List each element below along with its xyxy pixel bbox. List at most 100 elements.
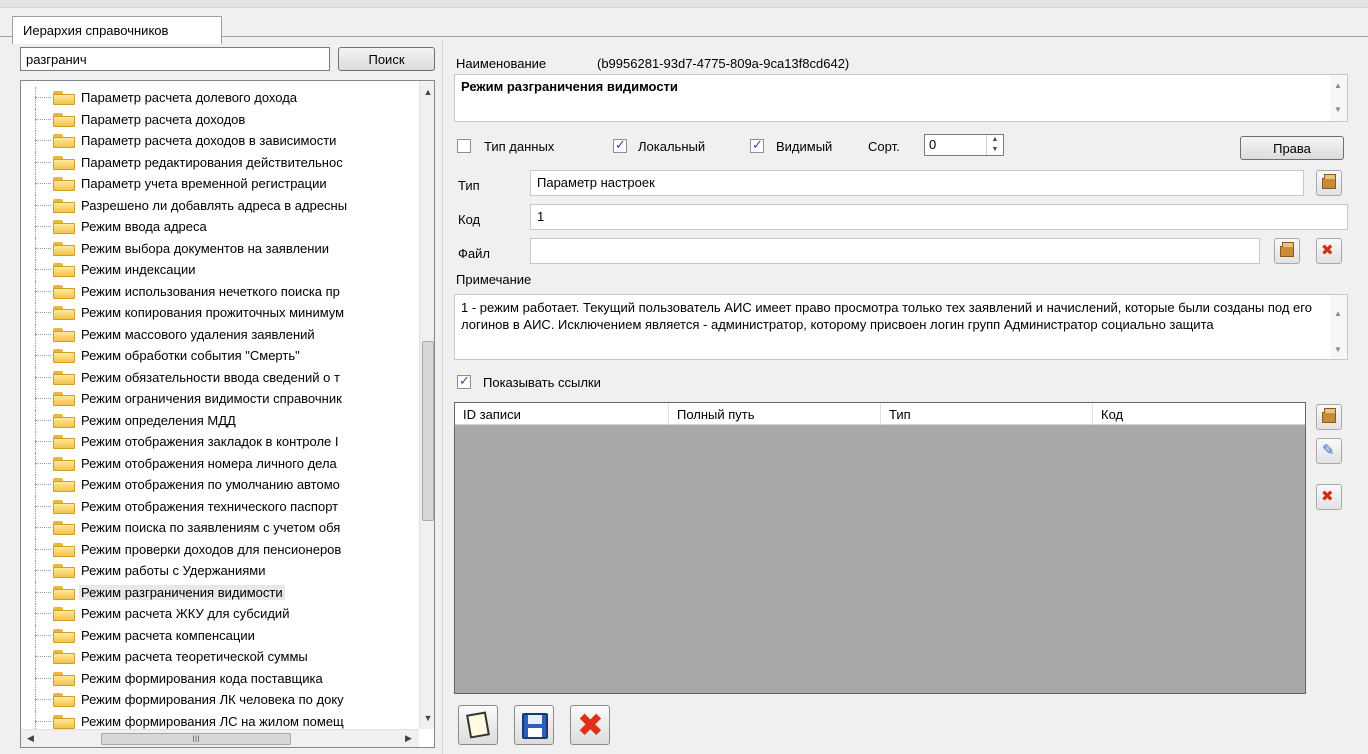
tree-item[interactable]: Режим работы с Удержаниями xyxy=(21,560,419,582)
delete-button[interactable]: ✖ xyxy=(570,705,610,745)
col-code[interactable]: Код xyxy=(1093,403,1305,425)
tree-item[interactable]: Параметр учета временной регистрации xyxy=(21,173,419,195)
guid-label: (b9956281-93d7-4775-809a-9ca13f8cd642) xyxy=(597,56,850,71)
code-field[interactable]: 1 xyxy=(530,204,1348,230)
tree-item[interactable]: Параметр редактирования действительнос xyxy=(21,151,419,173)
file-delete-button[interactable]: ✖ xyxy=(1316,238,1342,264)
local-label: Локальный xyxy=(638,139,706,154)
links-grid[interactable]: ID записи Полный путь Тип Код xyxy=(454,402,1306,694)
tree-horizontal-scrollbar[interactable]: ◀ III ▶ xyxy=(21,729,419,747)
col-type[interactable]: Тип xyxy=(881,403,1093,425)
visible-checkbox[interactable] xyxy=(750,137,764,153)
type-field[interactable]: Параметр настроек xyxy=(530,170,1304,196)
tree-item-label: Режим формирования ЛК человека по доку xyxy=(81,692,344,707)
scroll-down-icon[interactable]: ▼ xyxy=(1334,105,1342,114)
search-input[interactable] xyxy=(20,47,330,71)
grid-delete-button[interactable]: ✖ xyxy=(1316,484,1342,510)
tree-connector xyxy=(35,226,51,227)
spinner-buttons[interactable]: ▲ ▼ xyxy=(986,135,1003,155)
tree-item-label: Режим ввода адреса xyxy=(81,219,207,234)
hierarchy-tree[interactable]: Параметр расчета долевого дохода Параметр… xyxy=(20,80,435,748)
tree-vertical-scrollbar[interactable]: ▲ ▼ xyxy=(419,81,434,729)
tree-item[interactable]: Режим индексации xyxy=(21,259,419,281)
tree-vscroll-thumb[interactable] xyxy=(422,341,434,521)
tree-item[interactable]: Режим выбора документов на заявлении xyxy=(21,237,419,259)
folder-icon xyxy=(53,262,75,277)
folder-icon xyxy=(53,305,75,320)
sort-spinner[interactable]: 0 ▲ ▼ xyxy=(924,134,1004,156)
folder-icon xyxy=(53,456,75,471)
spin-up-icon[interactable]: ▲ xyxy=(987,135,1003,145)
grid-edit-button[interactable]: ✎ xyxy=(1316,438,1342,464)
spin-down-icon[interactable]: ▼ xyxy=(987,145,1003,155)
scroll-up-icon[interactable]: ▲ xyxy=(423,87,433,97)
tree-hscroll-thumb[interactable]: III xyxy=(101,733,291,745)
tree-item[interactable]: Режим обязательности ввода сведений о т xyxy=(21,366,419,388)
scroll-left-icon[interactable]: ◀ xyxy=(27,733,34,744)
grid-add-button[interactable] xyxy=(1316,404,1342,430)
name-scrollbar[interactable]: ▲ ▼ xyxy=(1330,75,1347,121)
tree-connector xyxy=(35,634,51,636)
tree-item[interactable]: Режим отображения технического паспорт xyxy=(21,495,419,517)
tree-item-label: Режим проверки доходов для пенсионеров xyxy=(81,541,342,557)
tree-item[interactable]: Параметр расчета долевого дохода xyxy=(21,87,419,109)
tree-item[interactable]: Режим проверки доходов для пенсионеров xyxy=(21,538,419,560)
tree-item-label: Режим расчета компенсации xyxy=(81,627,255,643)
tree-item[interactable]: Режим отображения по умолчанию автомо xyxy=(21,474,419,496)
tree-item[interactable]: Режим расчета компенсации xyxy=(21,624,419,646)
note-scrollbar[interactable]: ▲ ▼ xyxy=(1330,295,1347,359)
tree-item[interactable]: Режим ввода адреса xyxy=(21,216,419,238)
col-id[interactable]: ID записи xyxy=(455,403,669,425)
tree-item[interactable]: Параметр расчета доходов xyxy=(21,108,419,130)
scroll-up-icon[interactable]: ▲ xyxy=(1334,81,1342,90)
splitter[interactable] xyxy=(442,40,443,754)
name-textbox[interactable]: Режим разграничения видимости ▲ ▼ xyxy=(454,74,1348,122)
tree-item[interactable]: Режим ограничения видимости справочник xyxy=(21,388,419,410)
scroll-down-icon[interactable]: ▼ xyxy=(1334,341,1342,358)
scroll-down-icon[interactable]: ▼ xyxy=(423,713,433,723)
code-label: Код xyxy=(458,212,481,227)
note-label: Примечание xyxy=(456,272,532,287)
tree-connector xyxy=(35,548,51,550)
scroll-right-icon[interactable]: ▶ xyxy=(405,733,412,744)
code-value: 1 xyxy=(537,209,545,224)
tree-item[interactable]: Режим обработки события "Смерть" xyxy=(21,345,419,367)
tree-item[interactable]: Режим поиска по заявлениям с учетом обя xyxy=(21,517,419,539)
tree-item[interactable]: Параметр расчета доходов в зависимости xyxy=(21,130,419,152)
visible-label: Видимый xyxy=(776,139,833,154)
local-checkbox[interactable] xyxy=(613,137,627,153)
tree-item[interactable]: Режим отображения номера личного дела xyxy=(21,452,419,474)
data-type-checkbox[interactable] xyxy=(457,139,471,153)
file-field[interactable] xyxy=(530,238,1260,264)
tree-item[interactable]: Режим отображения закладок в контроле I xyxy=(21,431,419,453)
tree-item[interactable]: Режим формирования кода поставщика xyxy=(21,667,419,689)
tree-item[interactable]: Режим расчета ЖКУ для субсидий xyxy=(21,603,419,625)
note-textbox[interactable]: 1 - режим работает. Текущий пользователь… xyxy=(454,294,1348,360)
tree-item[interactable]: Режим использования нечеткого поиска пр xyxy=(21,280,419,302)
new-button[interactable] xyxy=(458,705,498,745)
tree-item[interactable]: Режим разграничения видимости xyxy=(21,581,419,603)
tab-hierarchy[interactable]: Иерархия справочников xyxy=(12,16,222,44)
tree-connector xyxy=(35,441,51,442)
folder-icon xyxy=(53,413,75,428)
folder-icon xyxy=(53,520,75,535)
folder-icon xyxy=(53,284,75,299)
search-button[interactable]: Поиск xyxy=(338,47,435,71)
col-full-path[interactable]: Полный путь xyxy=(669,403,881,425)
tree-item[interactable]: Режим формирования ЛК человека по доку xyxy=(21,689,419,711)
scroll-up-icon[interactable]: ▲ xyxy=(1334,305,1342,322)
folder-icon xyxy=(53,176,75,191)
tree-item[interactable]: Режим расчета теоретической суммы xyxy=(21,646,419,668)
tree-item[interactable]: Разрешено ли добавлять адреса в адресны xyxy=(21,194,419,216)
save-button[interactable] xyxy=(514,705,554,745)
rights-button[interactable]: Права xyxy=(1240,136,1344,160)
folder-icon xyxy=(53,649,75,664)
tree-item[interactable]: Режим массового удаления заявлений xyxy=(21,323,419,345)
type-select-button[interactable] xyxy=(1316,170,1342,196)
tree-item-label: Режим определения МДД xyxy=(81,412,236,428)
tree-item[interactable]: Режим определения МДД xyxy=(21,409,419,431)
tree-item[interactable]: Режим копирования прожиточных минимум xyxy=(21,302,419,324)
show-links-checkbox[interactable] xyxy=(457,373,471,389)
file-open-button[interactable] xyxy=(1274,238,1300,264)
tree-item-label: Параметр расчета доходов xyxy=(81,111,246,127)
